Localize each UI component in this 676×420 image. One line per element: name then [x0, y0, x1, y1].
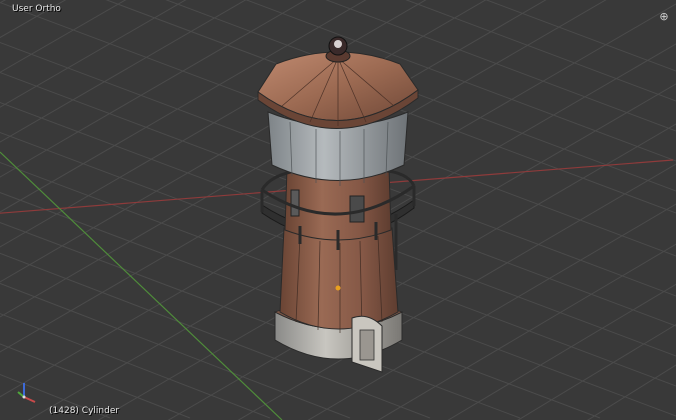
- view-split-icon[interactable]: ⊕: [658, 11, 670, 23]
- scene-canvas[interactable]: [0, 0, 676, 420]
- view-label: User Ortho: [12, 4, 61, 14]
- axis-gizmo-icon: [17, 383, 36, 403]
- object-info: (1428) Cylinder: [49, 406, 120, 416]
- water-tower-model[interactable]: [257, 36, 419, 373]
- roof-finial: [325, 36, 351, 63]
- object-origin: [335, 285, 341, 291]
- 3d-viewport[interactable]: User Ortho (1428) Cylinder ⊕: [0, 0, 676, 420]
